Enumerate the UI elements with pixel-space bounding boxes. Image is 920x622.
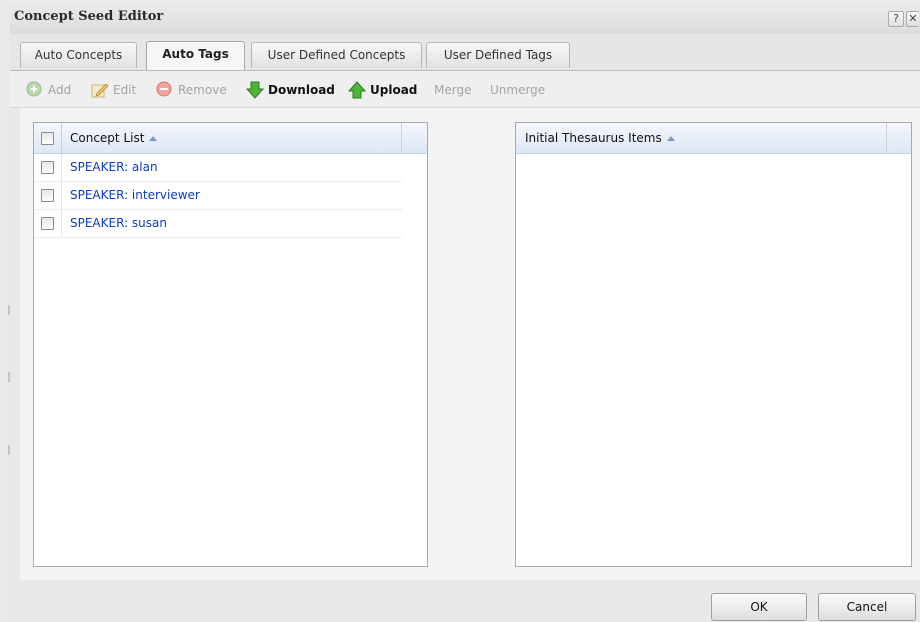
download-label: Download <box>268 83 335 97</box>
list-item[interactable]: SPEAKER: alan <box>34 154 402 182</box>
row-checkbox[interactable] <box>41 189 54 202</box>
tab-user-defined-tags[interactable]: User Defined Tags <box>426 42 570 68</box>
edit-pencil-icon <box>91 83 109 98</box>
concept-list-header: Concept List <box>34 123 427 154</box>
column-divider <box>61 123 62 153</box>
close-button[interactable]: ✕ <box>906 11 919 27</box>
concept-link[interactable]: SPEAKER: alan <box>70 160 158 174</box>
column-divider <box>61 182 62 209</box>
add-circle-icon <box>26 81 42 97</box>
edit-label: Edit <box>113 83 137 97</box>
upload-button[interactable]: Upload <box>348 81 426 99</box>
dialog-titlebar[interactable]: Concept Seed Editor ? ✕ <box>10 0 920 35</box>
tab-strip: Auto Concepts Auto Tags User Defined Con… <box>10 34 920 71</box>
add-label: Add <box>48 83 72 97</box>
sort-ascending-icon <box>666 136 675 141</box>
thesaurus-header: Initial Thesaurus Items <box>516 123 911 154</box>
thesaurus-header-label: Initial Thesaurus Items <box>525 131 662 145</box>
column-divider <box>61 210 62 237</box>
remove-label: Remove <box>178 83 227 97</box>
unmerge-button[interactable]: Unmerge <box>490 81 545 99</box>
content-area: Concept List SPEAKER: alan SPEAKER: inte… <box>20 108 920 580</box>
thesaurus-grid: Initial Thesaurus Items <box>515 122 912 567</box>
merge-button[interactable]: Merge <box>434 81 471 99</box>
cancel-button[interactable]: Cancel <box>818 593 916 621</box>
column-divider <box>401 123 402 153</box>
tab-user-defined-concepts[interactable]: User Defined Concepts <box>251 42 422 68</box>
tab-auto-concepts[interactable]: Auto Concepts <box>20 42 137 68</box>
remove-button[interactable]: Remove <box>156 81 236 99</box>
select-all-checkbox[interactable] <box>41 132 54 145</box>
column-divider <box>61 154 62 181</box>
concept-list-header-label: Concept List <box>70 131 145 145</box>
row-checkbox[interactable] <box>41 217 54 230</box>
ok-button[interactable]: OK <box>711 593 807 621</box>
dialog-footer: OK Cancel <box>10 580 920 622</box>
toolbar: Add Edit Remove Download Upload Merge Un… <box>10 71 920 108</box>
dialog-title: Concept Seed Editor <box>14 9 164 24</box>
remove-circle-icon <box>156 81 172 97</box>
concept-link[interactable]: SPEAKER: susan <box>70 216 167 230</box>
column-divider <box>886 123 887 153</box>
download-arrow-icon <box>246 81 264 99</box>
upload-label: Upload <box>370 83 418 97</box>
concept-seed-editor-dialog: Concept Seed Editor ? ✕ Auto Concepts Au… <box>10 0 920 622</box>
upload-arrow-icon <box>348 81 366 99</box>
concept-list-grid: Concept List SPEAKER: alan SPEAKER: inte… <box>33 122 428 567</box>
concept-link[interactable]: SPEAKER: interviewer <box>70 188 200 202</box>
list-item[interactable]: SPEAKER: susan <box>34 210 402 238</box>
concept-list-column-header[interactable]: Concept List <box>70 131 158 145</box>
tab-auto-tags[interactable]: Auto Tags <box>146 41 245 70</box>
sort-ascending-icon <box>149 136 158 141</box>
edit-button[interactable]: Edit <box>91 81 151 99</box>
add-button[interactable]: Add <box>26 81 86 99</box>
list-item[interactable]: SPEAKER: interviewer <box>34 182 402 210</box>
download-button[interactable]: Download <box>246 81 338 99</box>
thesaurus-column-header[interactable]: Initial Thesaurus Items <box>525 131 675 145</box>
row-checkbox[interactable] <box>41 161 54 174</box>
help-button[interactable]: ? <box>888 11 904 27</box>
